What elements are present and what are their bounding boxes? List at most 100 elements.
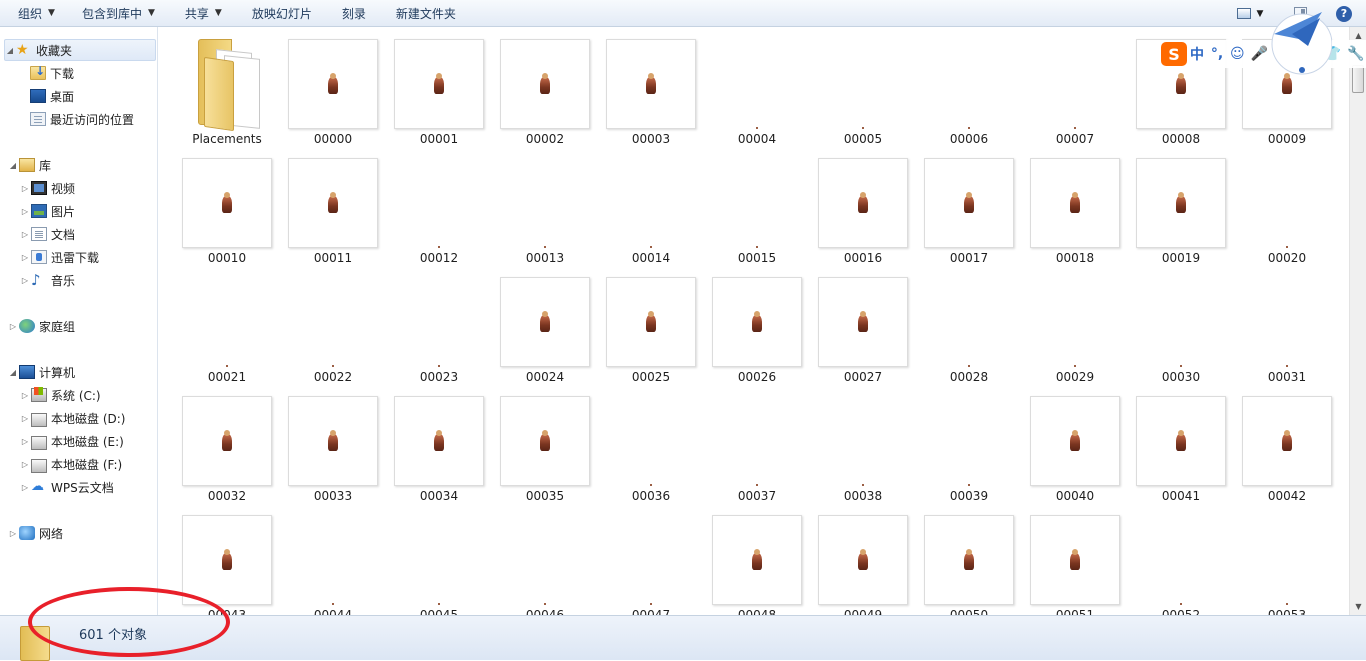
collapsed-arrow-icon[interactable]: ▷ (20, 483, 30, 492)
help-button[interactable]: ? (1332, 4, 1356, 24)
sidebar-item-drive-e[interactable]: ▷ 本地磁盘 (E:) (20, 430, 124, 452)
file-item[interactable]: 00052 (1128, 503, 1234, 615)
emoji-icon[interactable]: ☺ (1227, 42, 1248, 66)
microphone-icon[interactable]: 🎤 (1248, 42, 1271, 66)
file-item[interactable]: 00022 (280, 265, 386, 384)
sidebar-item-wps-cloud[interactable]: ▷ ☁ WPS云文档 (20, 476, 114, 498)
file-item[interactable]: 00007 (1022, 27, 1128, 146)
sidebar-item-xunlei-downloads[interactable]: ▷ 迅雷下载 (20, 246, 99, 268)
file-item[interactable]: 00041 (1128, 384, 1234, 503)
file-item[interactable]: 00004 (704, 27, 810, 146)
keyboard-icon[interactable]: ⌨ (1271, 42, 1297, 66)
collapsed-arrow-icon[interactable]: ▷ (20, 460, 30, 469)
file-item[interactable]: 00013 (492, 146, 598, 265)
file-item[interactable]: 00025 (598, 265, 704, 384)
sidebar-item-favorites[interactable]: ◢ ★ 收藏夹 (4, 39, 156, 61)
file-item[interactable]: 00040 (1022, 384, 1128, 503)
organize-button[interactable]: 组织 ▼ (9, 0, 64, 27)
file-item[interactable]: 00020 (1234, 146, 1340, 265)
file-item[interactable]: 00053 (1234, 503, 1340, 615)
file-item[interactable]: 00017 (916, 146, 1022, 265)
file-item[interactable]: 00039 (916, 384, 1022, 503)
collapsed-arrow-icon[interactable]: ▷ (8, 529, 18, 538)
file-item[interactable]: 00050 (916, 503, 1022, 615)
file-item[interactable]: 00010 (174, 146, 280, 265)
include-in-library-button[interactable]: 包含到库中 ▼ (73, 0, 164, 27)
burn-button[interactable]: 刻录 (333, 0, 375, 27)
sidebar-item-recent[interactable]: 最近访问的位置 (30, 108, 134, 130)
file-item[interactable]: 00035 (492, 384, 598, 503)
collapsed-arrow-icon[interactable]: ▷ (20, 253, 30, 262)
collapsed-arrow-icon[interactable]: ▷ (20, 276, 30, 285)
file-item[interactable]: 00030 (1128, 265, 1234, 384)
file-item[interactable]: 00038 (810, 384, 916, 503)
file-item[interactable]: 00037 (704, 384, 810, 503)
file-item[interactable]: 00011 (280, 146, 386, 265)
file-item[interactable]: 00006 (916, 27, 1022, 146)
sidebar-item-documents[interactable]: ▷ 文档 (20, 223, 75, 245)
new-folder-button[interactable]: 新建文件夹 (387, 0, 465, 27)
collapsed-arrow-icon[interactable]: ▷ (20, 414, 30, 423)
change-view-button[interactable]: ▼ (1232, 4, 1268, 24)
file-item[interactable]: 00048 (704, 503, 810, 615)
collapsed-arrow-icon[interactable]: ▷ (20, 207, 30, 216)
collapsed-arrow-icon[interactable]: ▷ (20, 184, 30, 193)
file-item[interactable]: 00051 (1022, 503, 1128, 615)
sidebar-item-computer[interactable]: ◢ 计算机 (8, 361, 75, 383)
file-item[interactable]: 00024 (492, 265, 598, 384)
file-item[interactable]: 00019 (1128, 146, 1234, 265)
file-item[interactable]: 00026 (704, 265, 810, 384)
file-item[interactable]: 00046 (492, 503, 598, 615)
file-item[interactable]: 00021 (174, 265, 280, 384)
sidebar-item-downloads[interactable]: 下载 (30, 62, 74, 84)
user-icon[interactable]: 👤 (1297, 42, 1320, 66)
sidebar-item-drive-f[interactable]: ▷ 本地磁盘 (F:) (20, 453, 122, 475)
file-item[interactable]: 00012 (386, 146, 492, 265)
sidebar-item-videos[interactable]: ▷ 视频 (20, 177, 75, 199)
expanded-arrow-icon[interactable]: ◢ (5, 46, 15, 55)
file-item[interactable]: 00027 (810, 265, 916, 384)
file-item[interactable]: 00042 (1234, 384, 1340, 503)
collapsed-arrow-icon[interactable]: ▷ (20, 391, 30, 400)
sidebar-item-network[interactable]: ▷ 网络 (8, 522, 63, 544)
sidebar-item-homegroup[interactable]: ▷ 家庭组 (8, 315, 75, 337)
chinese-mode-button[interactable]: 中 (1187, 42, 1207, 66)
file-item[interactable]: 00045 (386, 503, 492, 615)
sidebar-item-drive-d[interactable]: ▷ 本地磁盘 (D:) (20, 407, 125, 429)
file-item[interactable]: 00001 (386, 27, 492, 146)
collapsed-arrow-icon[interactable]: ▷ (8, 322, 18, 331)
scrollbar-thumb[interactable] (1352, 65, 1364, 93)
file-item[interactable]: 00002 (492, 27, 598, 146)
file-item[interactable]: 00047 (598, 503, 704, 615)
file-item[interactable]: 00031 (1234, 265, 1340, 384)
skin-icon[interactable]: 👕 (1321, 42, 1344, 66)
file-item[interactable]: 00018 (1022, 146, 1128, 265)
sidebar-item-desktop[interactable]: 桌面 (30, 85, 74, 107)
folder-item[interactable]: Placements (174, 27, 280, 146)
scroll-down-arrow-icon[interactable]: ▼ (1350, 598, 1366, 615)
collapsed-arrow-icon[interactable]: ▷ (20, 437, 30, 446)
file-item[interactable]: 00044 (280, 503, 386, 615)
file-item[interactable]: 00033 (280, 384, 386, 503)
file-item[interactable]: 00023 (386, 265, 492, 384)
expanded-arrow-icon[interactable]: ◢ (8, 161, 18, 170)
file-item[interactable]: 00036 (598, 384, 704, 503)
file-item[interactable]: 00014 (598, 146, 704, 265)
file-item[interactable]: 00049 (810, 503, 916, 615)
file-item[interactable]: 00034 (386, 384, 492, 503)
wrench-icon[interactable]: 🔧 (1344, 42, 1366, 66)
file-item[interactable]: 00005 (810, 27, 916, 146)
file-item[interactable]: 00003 (598, 27, 704, 146)
file-item[interactable]: 00028 (916, 265, 1022, 384)
file-item[interactable]: 00043 (174, 503, 280, 615)
preview-pane-button[interactable] (1288, 4, 1312, 24)
expanded-arrow-icon[interactable]: ◢ (8, 368, 18, 377)
sidebar-item-libraries[interactable]: ◢ 库 (8, 154, 51, 176)
file-item[interactable]: 00032 (174, 384, 280, 503)
sidebar-item-music[interactable]: ▷ ♪ 音乐 (20, 269, 75, 291)
sogou-logo-icon[interactable]: S (1161, 42, 1187, 66)
file-item[interactable]: 00029 (1022, 265, 1128, 384)
sidebar-item-pictures[interactable]: ▷ 图片 (20, 200, 75, 222)
collapsed-arrow-icon[interactable]: ▷ (20, 230, 30, 239)
vertical-scrollbar[interactable]: ▲ ▼ (1349, 27, 1366, 615)
